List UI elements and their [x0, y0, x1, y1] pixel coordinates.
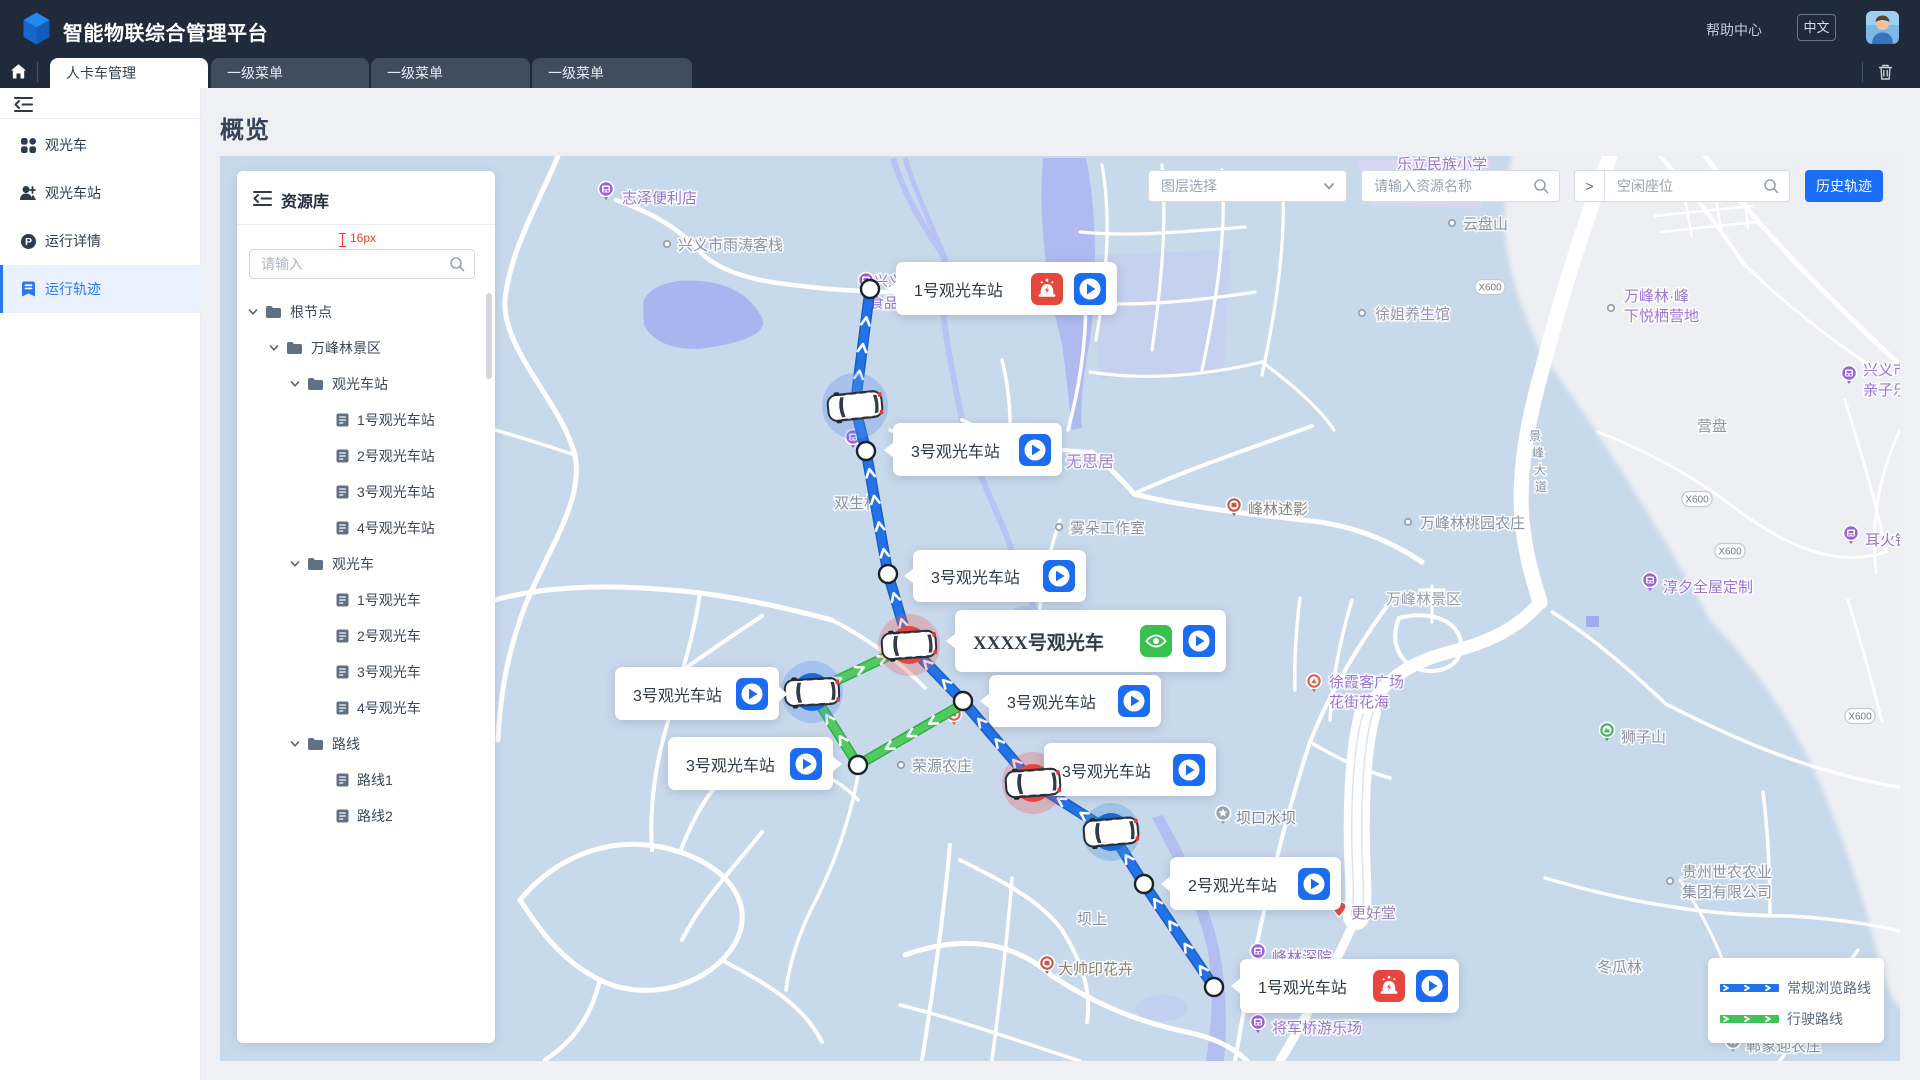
svg-text:营盘: 营盘 [1697, 417, 1727, 435]
svg-text:兴义市雨涛客栈: 兴义市雨涛客栈 [678, 237, 783, 254]
svg-text:狮子山: 狮子山 [1621, 729, 1666, 746]
svg-text:徐姐养生馆: 徐姐养生馆 [1375, 306, 1450, 323]
svg-text:X600: X600 [1848, 712, 1872, 723]
svg-text:贵州世农农业: 贵州世农农业 [1682, 864, 1772, 881]
svg-text:峰林述影: 峰林述影 [1248, 501, 1308, 518]
svg-text:雾朵工作室: 雾朵工作室 [1070, 520, 1145, 537]
svg-text:坝口水坝: 坝口水坝 [1236, 810, 1296, 827]
svg-text:下悦栖营地: 下悦栖营地 [1624, 308, 1699, 325]
svg-text:景: 景 [1529, 429, 1541, 443]
svg-text:万峰林景区: 万峰林景区 [1386, 591, 1461, 608]
svg-text:兴义市: 兴义市 [1863, 362, 1900, 379]
svg-text:大: 大 [1534, 463, 1546, 477]
svg-text:X600: X600 [1478, 283, 1502, 294]
svg-text:亲子乐: 亲子乐 [1863, 382, 1900, 399]
svg-text:淳夕全屋定制: 淳夕全屋定制 [1663, 578, 1753, 596]
svg-text:万峰林·峰: 万峰林·峰 [1624, 288, 1689, 305]
svg-text:无思居: 无思居 [1066, 453, 1114, 471]
svg-text:冬瓜林: 冬瓜林 [1597, 959, 1642, 976]
svg-text:X600: X600 [1685, 495, 1709, 506]
svg-text:更好堂: 更好堂 [1351, 905, 1396, 922]
svg-text:志泽便利店: 志泽便利店 [622, 190, 697, 207]
svg-text:P: P [24, 236, 31, 248]
svg-text:峰: 峰 [1532, 446, 1544, 460]
svg-text:徐霞客广场: 徐霞客广场 [1329, 674, 1404, 691]
svg-text:集团有限公司: 集团有限公司 [1682, 884, 1772, 901]
svg-text:X600: X600 [1718, 547, 1742, 558]
svg-text:道: 道 [1535, 480, 1547, 494]
svg-text:将军桥游乐场: 将军桥游乐场 [1272, 1020, 1362, 1037]
svg-text:花街花海: 花街花海 [1329, 694, 1389, 711]
svg-text:耳火锅: 耳火锅 [1865, 532, 1900, 549]
svg-text:云盘山: 云盘山 [1463, 215, 1508, 233]
svg-text:万峰林桃园农庄: 万峰林桃园农庄 [1420, 514, 1525, 532]
svg-text:大帅印花卉: 大帅印花卉 [1058, 961, 1133, 978]
svg-text:坝上: 坝上 [1077, 911, 1107, 928]
svg-text:荣源农庄: 荣源农庄 [912, 757, 972, 775]
